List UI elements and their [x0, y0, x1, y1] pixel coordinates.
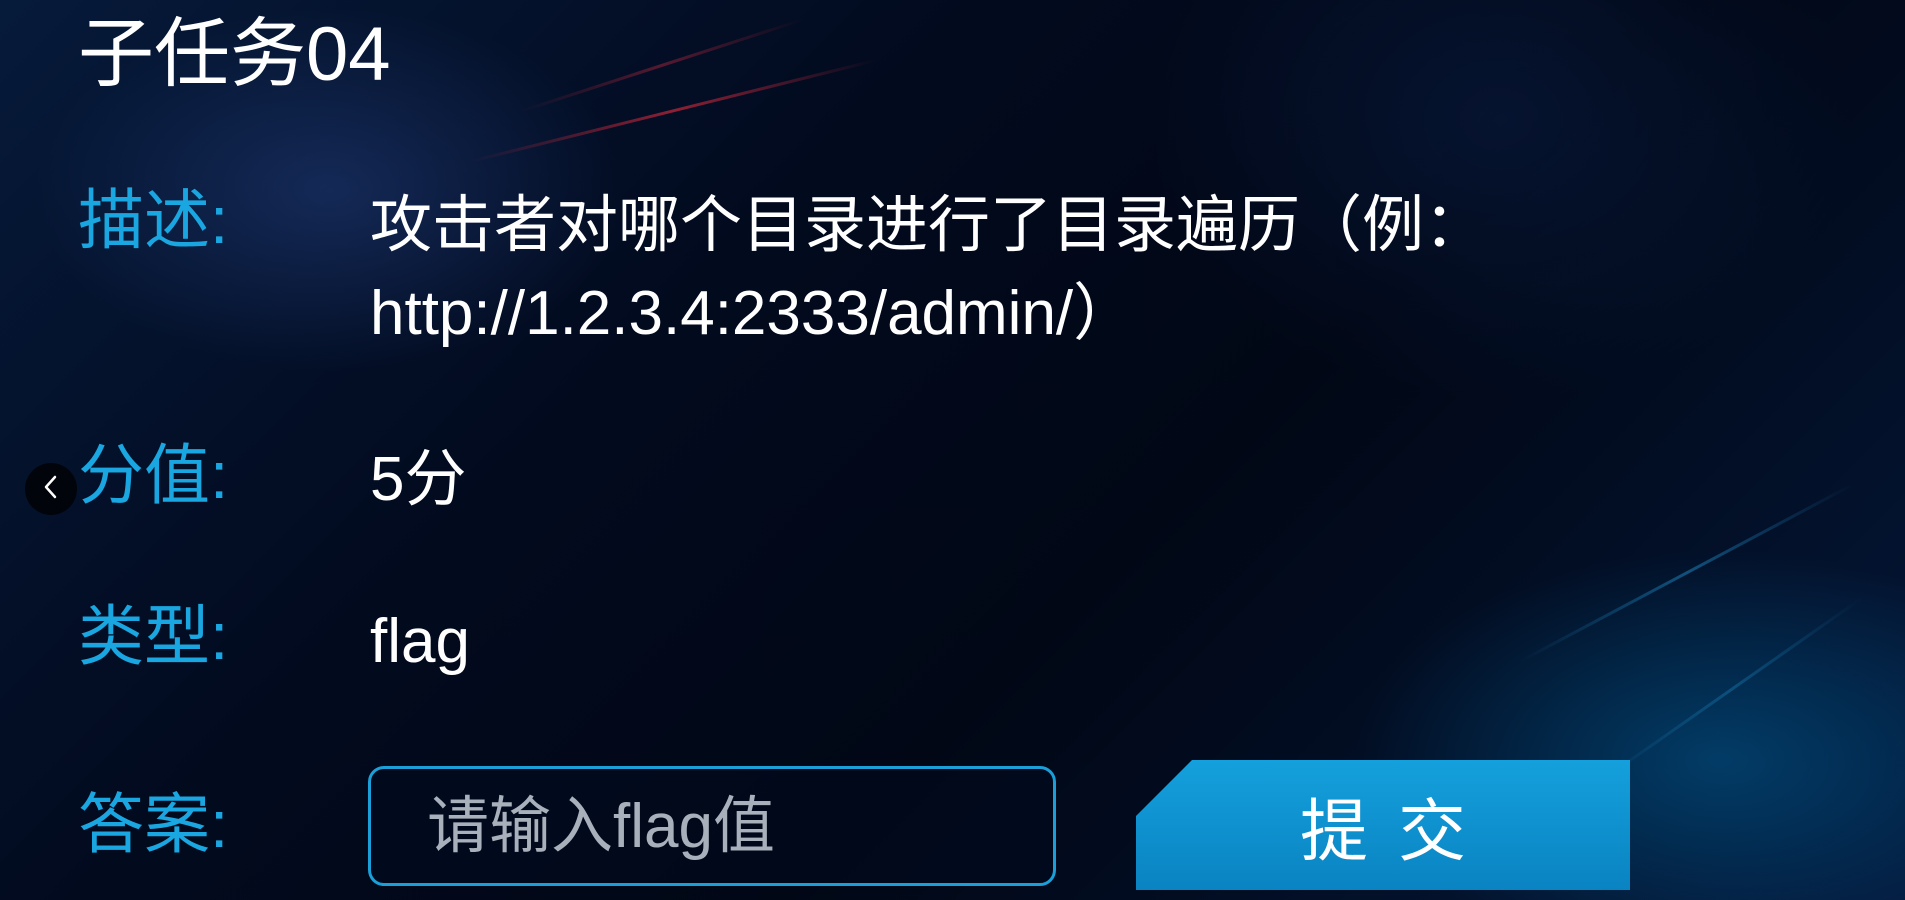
type-label: 类型:	[78, 599, 229, 673]
description-label: 描述:	[78, 183, 229, 257]
submit-button[interactable]: 提交	[1136, 760, 1630, 890]
flag-input[interactable]	[368, 766, 1056, 886]
task-title: 子任务04	[78, 12, 391, 97]
chevron-left-icon	[41, 473, 61, 506]
prev-button[interactable]	[25, 463, 77, 515]
background-streak	[1599, 596, 1863, 783]
background-streak	[469, 58, 878, 163]
score-value: 5分	[370, 445, 467, 514]
score-label: 分值:	[78, 438, 229, 512]
description-text: 攻击者对哪个目录进行了目录遍历（例：http://1.2.3.4:2333/ad…	[370, 191, 1487, 348]
type-value: flag	[370, 607, 470, 676]
background-streak	[519, 17, 806, 113]
answer-label: 答案:	[78, 787, 229, 861]
